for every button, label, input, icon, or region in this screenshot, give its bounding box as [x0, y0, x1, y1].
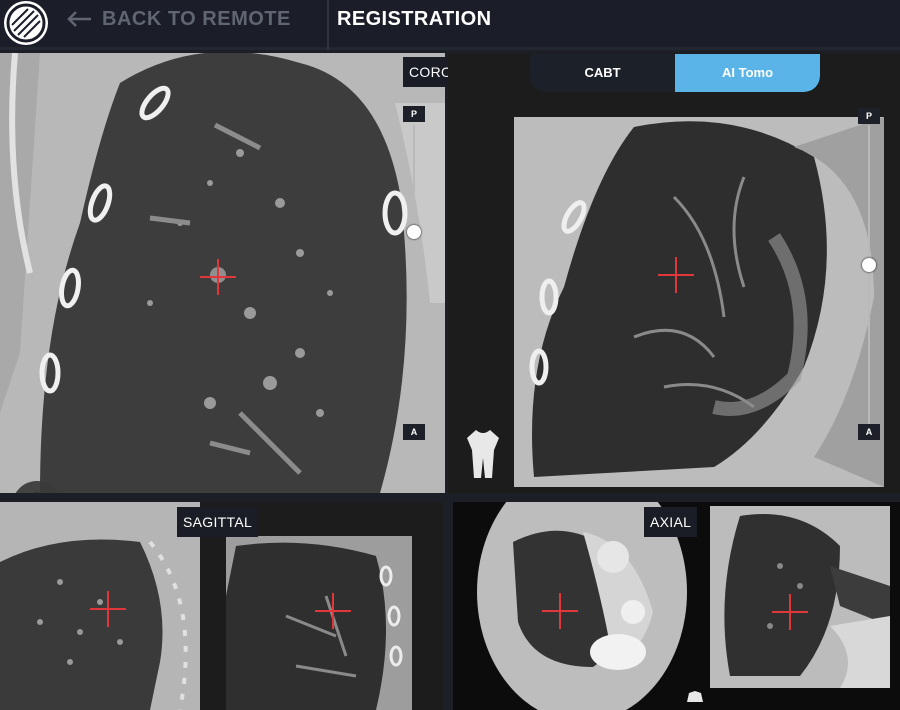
- axial-label: AXIAL: [644, 507, 698, 537]
- slice-slider-thumb[interactable]: [407, 225, 421, 239]
- slider-tag-bottom: A: [403, 424, 425, 440]
- crosshair-icon: [542, 593, 578, 629]
- slider-track: [413, 125, 415, 425]
- logo-icon: [4, 1, 48, 45]
- slider-tag-top: P: [858, 108, 880, 124]
- cabt-toggle-option[interactable]: CABT: [530, 54, 675, 92]
- ai-tomo-view[interactable]: P A: [448, 53, 900, 493]
- back-to-remote-button[interactable]: BACK TO REMOTE: [66, 7, 291, 31]
- header-divider: [327, 0, 329, 50]
- top-bar: BACK TO REMOTE REGISTRATION: [0, 0, 900, 50]
- ai-tomo-toggle-option[interactable]: AI Tomo: [675, 54, 820, 92]
- crosshair-icon: [90, 591, 126, 627]
- back-label: BACK TO REMOTE: [102, 7, 291, 30]
- crosshair-icon: [200, 259, 236, 295]
- slider-track: [868, 125, 870, 425]
- page-title: REGISTRATION: [337, 8, 492, 30]
- sagittal-label: SAGITTAL: [177, 507, 259, 537]
- crosshair-icon: [658, 257, 694, 293]
- source-toggle[interactable]: CABT AI Tomo: [530, 54, 820, 92]
- body-orientation-icon: [467, 430, 499, 478]
- zoom-out-button[interactable]: [12, 481, 62, 493]
- crosshair-icon: [315, 593, 351, 629]
- slider-tag-top: P: [403, 106, 425, 122]
- crosshair-icon: [772, 594, 808, 630]
- zoom-out-icon: [33, 492, 41, 493]
- slider-tag-bottom: A: [858, 424, 880, 440]
- body-orientation-icon: [687, 691, 703, 702]
- slice-slider-thumb[interactable]: [862, 258, 876, 272]
- back-arrow-icon: [67, 11, 91, 27]
- coronal-ct-view[interactable]: P A: [0, 53, 445, 493]
- view-divider: [443, 493, 453, 710]
